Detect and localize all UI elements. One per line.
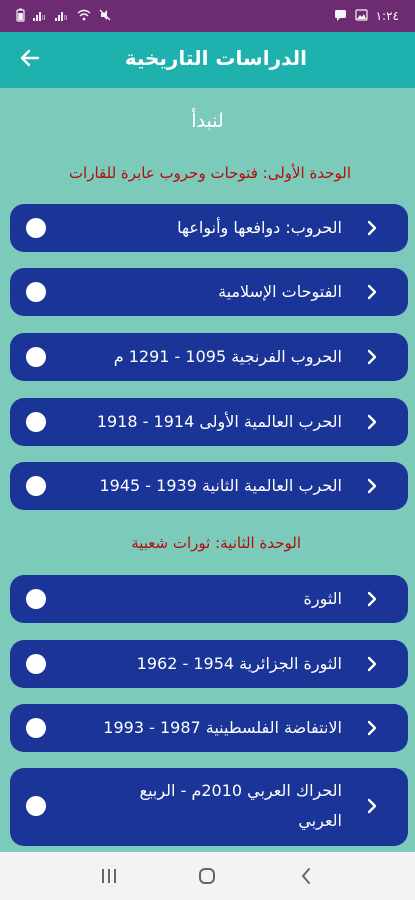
status-time: ١:٢٤ bbox=[375, 9, 399, 23]
lesson-label: الحروب: دوافعها وأنواعها bbox=[177, 218, 342, 237]
svg-text:ll: ll bbox=[42, 15, 46, 21]
signal-icon: ll bbox=[33, 9, 47, 24]
status-bar: ll ll ١:٢٤ bbox=[0, 0, 415, 32]
radio-button[interactable] bbox=[26, 412, 46, 432]
system-nav-bar bbox=[0, 852, 415, 900]
message-icon bbox=[334, 9, 347, 24]
lesson-label: الفتوحات الإسلامية bbox=[218, 282, 342, 301]
home-icon bbox=[199, 868, 216, 884]
back-button[interactable] bbox=[16, 44, 44, 72]
nav-back-button[interactable] bbox=[286, 856, 326, 896]
chevron-right-icon bbox=[367, 284, 377, 300]
unit-heading: الوحدة الثانية: ثورات شعبية bbox=[131, 534, 301, 552]
chevron-right-icon bbox=[367, 349, 377, 365]
unit-heading: الوحدة الأولى: فتوحات وحروب عابرة للقارا… bbox=[68, 164, 351, 182]
chevron-right-icon bbox=[367, 798, 377, 814]
lesson-item[interactable]: الثورة bbox=[10, 575, 408, 623]
radio-button[interactable] bbox=[26, 718, 46, 738]
radio-button[interactable] bbox=[26, 589, 46, 609]
arrow-left-icon bbox=[20, 49, 40, 67]
signal-icon: ll bbox=[55, 9, 69, 24]
svg-text:ll: ll bbox=[64, 15, 68, 21]
chevron-right-icon bbox=[367, 720, 377, 736]
lesson-item[interactable]: الفتوحات الإسلامية bbox=[10, 268, 408, 316]
lesson-label: الثورة الجزائرية 1954 - 1962 bbox=[136, 654, 342, 673]
wifi-icon bbox=[77, 9, 91, 24]
mute-icon bbox=[99, 9, 111, 24]
radio-button[interactable] bbox=[26, 347, 46, 367]
chevron-right-icon bbox=[367, 656, 377, 672]
chevron-right-icon bbox=[367, 478, 377, 494]
lesson-label: الثورة bbox=[303, 589, 342, 608]
status-icons-left: ll ll bbox=[16, 8, 111, 25]
image-icon bbox=[355, 8, 368, 24]
lesson-label: الحراك العربي 2010م - الربيع العربي bbox=[139, 781, 342, 830]
lesson-item[interactable]: الحرب العالمية الثانية 1939 - 1945 bbox=[10, 462, 408, 510]
main-content: لنبدأ الوحدة الأولى: فتوحات وحروب عابرة … bbox=[0, 88, 415, 852]
page-title: الدراسات التاريخية bbox=[124, 46, 307, 70]
lesson-label: الحروب الفرنجية 1095 - 1291 م bbox=[113, 347, 342, 366]
lesson-label: الحرب العالمية الثانية 1939 - 1945 bbox=[99, 476, 342, 495]
lesson-item[interactable]: الحروب: دوافعها وأنواعها bbox=[10, 204, 408, 252]
lesson-label: الانتفاضة الفلسطينية 1987 - 1993 bbox=[103, 718, 342, 737]
battery-icon bbox=[16, 8, 25, 25]
intro-text: لنبدأ bbox=[191, 110, 224, 132]
chevron-right-icon bbox=[367, 591, 377, 607]
app-bar: الدراسات التاريخية bbox=[0, 32, 415, 88]
status-icons-right: ١:٢٤ bbox=[334, 8, 399, 24]
chevron-right-icon bbox=[367, 220, 377, 236]
home-button[interactable] bbox=[187, 856, 227, 896]
radio-button[interactable] bbox=[26, 796, 46, 816]
radio-button[interactable] bbox=[26, 654, 46, 674]
back-chevron-icon bbox=[301, 868, 310, 884]
lesson-item[interactable]: الانتفاضة الفلسطينية 1987 - 1993 bbox=[10, 704, 408, 752]
radio-button[interactable] bbox=[26, 282, 46, 302]
lesson-item[interactable]: الحراك العربي 2010م - الربيع العربي bbox=[10, 768, 408, 846]
lesson-item[interactable]: الثورة الجزائرية 1954 - 1962 bbox=[10, 640, 408, 688]
lesson-label: الحرب العالمية الأولى 1914 - 1918 bbox=[96, 412, 342, 431]
recents-icon bbox=[102, 869, 117, 883]
radio-button[interactable] bbox=[26, 218, 46, 238]
radio-button[interactable] bbox=[26, 476, 46, 496]
lesson-item[interactable]: الحرب العالمية الأولى 1914 - 1918 bbox=[10, 398, 408, 446]
lesson-item[interactable]: الحروب الفرنجية 1095 - 1291 م bbox=[10, 333, 408, 381]
recents-button[interactable] bbox=[89, 856, 129, 896]
chevron-right-icon bbox=[367, 414, 377, 430]
